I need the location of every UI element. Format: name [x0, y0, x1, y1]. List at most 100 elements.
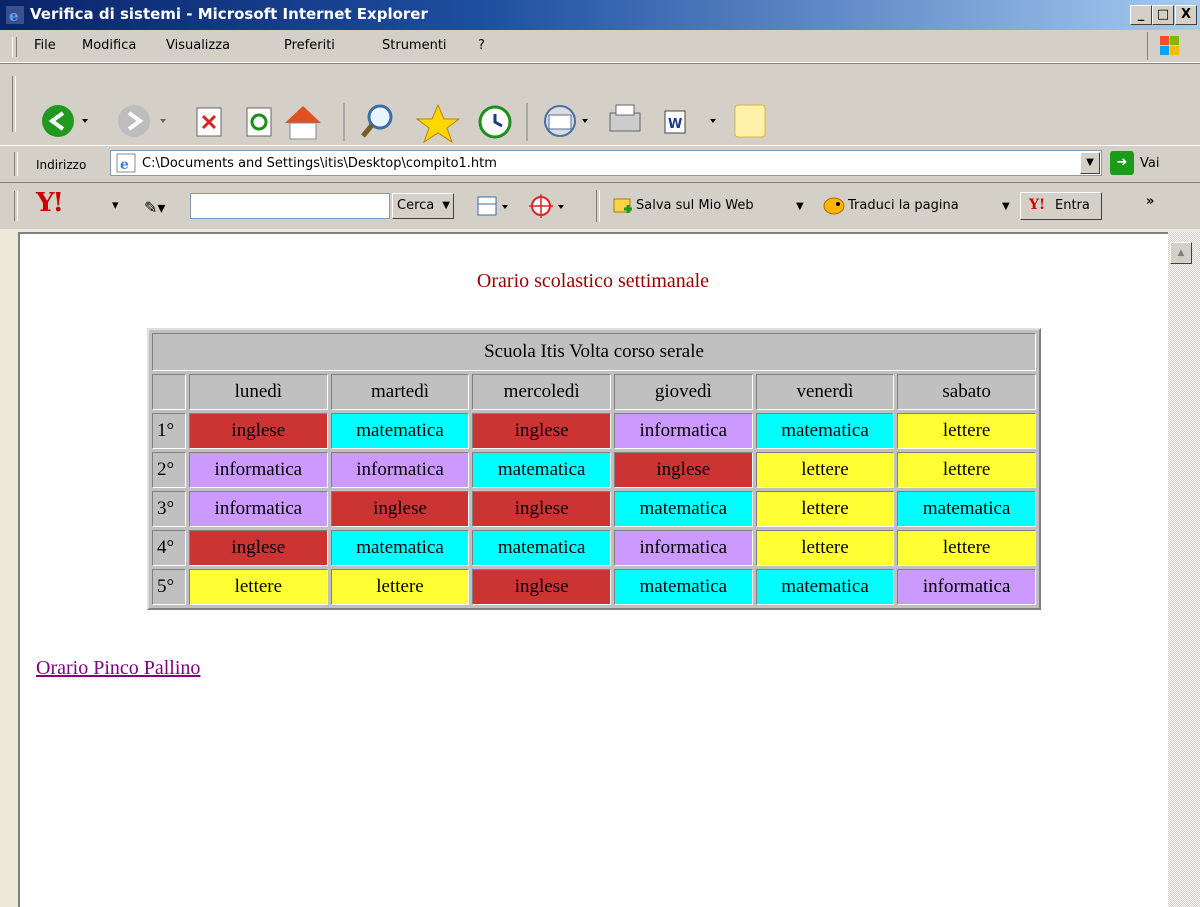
- subject-cell: inglese: [330, 491, 470, 527]
- history-icon[interactable]: [478, 105, 512, 139]
- toolbar-grip: [12, 37, 17, 57]
- word-icon[interactable]: W: [664, 110, 716, 134]
- timetable-row: 5° lettere lettere inglese matematica ma…: [152, 569, 1036, 605]
- signin-label: Entra: [1055, 198, 1090, 213]
- timetable-row: 2° informatica informatica matematica in…: [152, 452, 1036, 488]
- menu-help[interactable]: ?: [478, 38, 485, 53]
- forward-icon[interactable]: [118, 105, 166, 137]
- window-title: Verifica di sistemi - Microsoft Internet…: [30, 5, 428, 23]
- translate-button[interactable]: Traduci la pagina: [848, 198, 959, 213]
- yahoo-menu-arrow-icon[interactable]: ▾: [112, 198, 119, 213]
- subject-cell: lettere: [755, 452, 895, 488]
- subject-cell: lettere: [755, 491, 895, 527]
- translate-dropdown-icon[interactable]: ▼: [1002, 201, 1010, 212]
- subject-cell: lettere: [755, 530, 895, 566]
- windows-logo-icon: [1147, 32, 1188, 60]
- note-icon[interactable]: [734, 104, 766, 138]
- layout-icon[interactable]: [477, 196, 508, 216]
- menu-preferiti[interactable]: Preferiti: [284, 38, 335, 53]
- print-icon[interactable]: [609, 104, 641, 132]
- target-icon[interactable]: [529, 194, 564, 218]
- more-chevron-icon[interactable]: »: [1146, 194, 1154, 209]
- schedule-link[interactable]: Orario Pinco Pallino: [36, 657, 200, 680]
- day-header: mercoledì: [472, 374, 611, 410]
- minimize-button[interactable]: _: [1130, 5, 1152, 25]
- translate-fish-icon: [823, 197, 845, 215]
- period-label: 2°: [152, 452, 186, 488]
- subject-cell: matematica: [472, 530, 611, 566]
- subject-cell: lettere: [897, 530, 1036, 566]
- day-header: lunedì: [189, 374, 328, 410]
- mail-icon[interactable]: [544, 105, 588, 137]
- period-label: 3°: [152, 491, 186, 527]
- day-header: martedì: [330, 374, 470, 410]
- svg-text:e: e: [9, 7, 19, 24]
- subject-cell: inglese: [189, 530, 328, 566]
- toolbar-grip: [14, 191, 18, 221]
- subject-cell: matematica: [330, 413, 470, 449]
- yahoo-logo[interactable]: Y!: [36, 188, 64, 218]
- yahoo-tool-icons: [477, 194, 564, 218]
- subject-cell: informatica: [330, 452, 470, 488]
- day-header: sabato: [897, 374, 1036, 410]
- timetable-row: 3° informatica inglese inglese matematic…: [152, 491, 1036, 527]
- subject-cell: inglese: [472, 569, 611, 605]
- subject-cell: matematica: [330, 530, 470, 566]
- subject-cell: inglese: [472, 413, 611, 449]
- svg-text:e: e: [120, 157, 129, 173]
- toolbar-separator: [596, 190, 600, 222]
- corner-cell: [152, 374, 186, 410]
- subject-cell: informatica: [897, 569, 1036, 605]
- save-web-icon: [613, 198, 632, 213]
- menu-strumenti[interactable]: Strumenti: [382, 38, 447, 53]
- search-dropdown-icon[interactable]: ▼: [442, 194, 450, 217]
- toolbar-grip: [14, 152, 18, 176]
- menu-modifica[interactable]: Modifica: [82, 38, 136, 53]
- subject-cell: matematica: [897, 491, 1036, 527]
- subject-cell: lettere: [897, 413, 1036, 449]
- menu-bar: File Modifica Visualizza Preferiti Strum…: [0, 30, 1200, 63]
- go-arrow-icon[interactable]: ➜: [1110, 151, 1134, 175]
- subject-cell: lettere: [330, 569, 470, 605]
- signin-button[interactable]: Y! Entra: [1020, 192, 1102, 220]
- subject-cell: matematica: [755, 413, 895, 449]
- svg-text:W: W: [668, 117, 682, 132]
- timetable: Scuola Itis Volta corso serale lunedì ma…: [147, 328, 1041, 610]
- subject-cell: inglese: [189, 413, 328, 449]
- refresh-icon[interactable]: [246, 107, 272, 137]
- save-web-button[interactable]: Salva sul Mio Web: [636, 198, 754, 213]
- scroll-up-arrow-icon[interactable]: ▲: [1170, 242, 1192, 264]
- timetable-caption: Scuola Itis Volta corso serale: [152, 333, 1036, 371]
- yahoo-search-input[interactable]: [190, 193, 390, 219]
- address-url[interactable]: C:\Documents and Settings\itis\Desktop\c…: [142, 156, 497, 171]
- address-label: Indirizzo: [36, 158, 87, 172]
- yahoo-search-label: Cerca: [397, 198, 435, 213]
- home-icon[interactable]: [285, 106, 321, 140]
- search-icon[interactable]: [361, 104, 393, 138]
- yahoo-small-logo-icon: Y!: [1029, 197, 1046, 213]
- go-button[interactable]: Vai: [1140, 156, 1159, 171]
- back-icon[interactable]: [42, 105, 88, 137]
- timetable-row: 1° inglese matematica inglese informatic…: [152, 413, 1036, 449]
- pencil-icon[interactable]: ✎▾: [144, 198, 165, 217]
- maximize-button[interactable]: □: [1152, 5, 1174, 25]
- stop-icon[interactable]: [196, 107, 222, 137]
- address-dropdown-icon[interactable]: ▼: [1080, 152, 1100, 174]
- vertical-scrollbar[interactable]: [1168, 232, 1200, 907]
- subject-cell: inglese: [613, 452, 753, 488]
- title-bar: e Verifica di sistemi - Microsoft Intern…: [0, 0, 1200, 30]
- subject-cell: informatica: [613, 413, 753, 449]
- browser-window: e Verifica di sistemi - Microsoft Intern…: [0, 0, 1200, 907]
- yahoo-search-button[interactable]: Cerca ▼: [392, 193, 454, 219]
- menu-file[interactable]: File: [34, 38, 56, 53]
- favorites-icon[interactable]: [415, 103, 461, 144]
- subject-cell: matematica: [613, 569, 753, 605]
- subject-cell: lettere: [897, 452, 1036, 488]
- close-button[interactable]: X: [1175, 5, 1197, 25]
- save-web-dropdown-icon[interactable]: ▼: [796, 201, 804, 212]
- ie-icon: e: [6, 6, 24, 24]
- subject-cell: informatica: [189, 452, 328, 488]
- page-icon: e: [116, 153, 136, 173]
- menu-visualizza[interactable]: Visualizza: [166, 38, 230, 53]
- subject-cell: matematica: [613, 491, 753, 527]
